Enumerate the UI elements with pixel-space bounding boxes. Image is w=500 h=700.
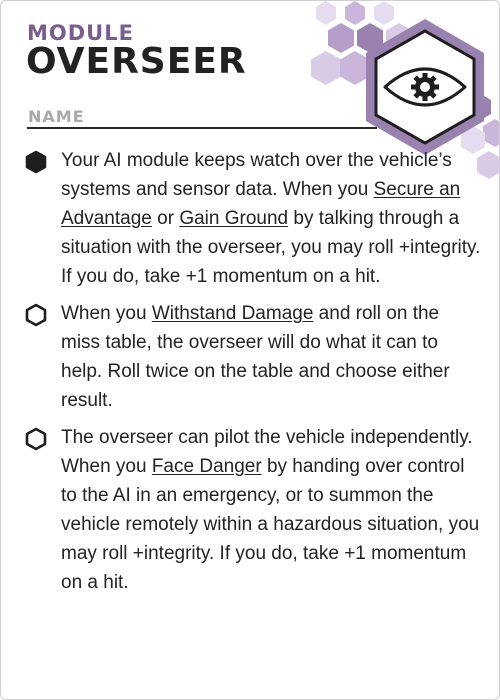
ability-2: When you Withstand Damage and roll on th… (25, 299, 481, 415)
ability-1: Your AI module keeps watch over the vehi… (25, 146, 481, 291)
name-field-label: NAME (28, 107, 85, 126)
asset-card: MODULE OVERSEER NAME Your AI module keep… (0, 0, 500, 700)
ability-text: When you Withstand Damage and roll on th… (61, 299, 481, 415)
ability-text-run: When you (61, 303, 152, 324)
ability-text: The overseer can pilot the vehicle indep… (61, 423, 481, 597)
move-reference: Gain Ground (179, 208, 289, 229)
ability-text-run: or (151, 208, 180, 229)
card-title: OVERSEER (26, 41, 247, 82)
ability-text: Your AI module keeps watch over the vehi… (61, 146, 481, 291)
module-icon-badge (366, 19, 484, 155)
ability-3: The overseer can pilot the vehicle indep… (25, 423, 481, 597)
move-reference: Face Danger (151, 456, 262, 477)
eye-gear-icon (383, 67, 467, 107)
empty-hexagon-checkbox-icon[interactable] (25, 427, 47, 451)
name-field-line[interactable] (27, 127, 377, 129)
ability-list: Your AI module keeps watch over the vehi… (25, 146, 481, 605)
move-reference: Withstand Damage (151, 303, 314, 324)
empty-hexagon-checkbox-icon[interactable] (25, 303, 47, 327)
filled-hexagon-checkbox-icon[interactable] (25, 150, 47, 174)
